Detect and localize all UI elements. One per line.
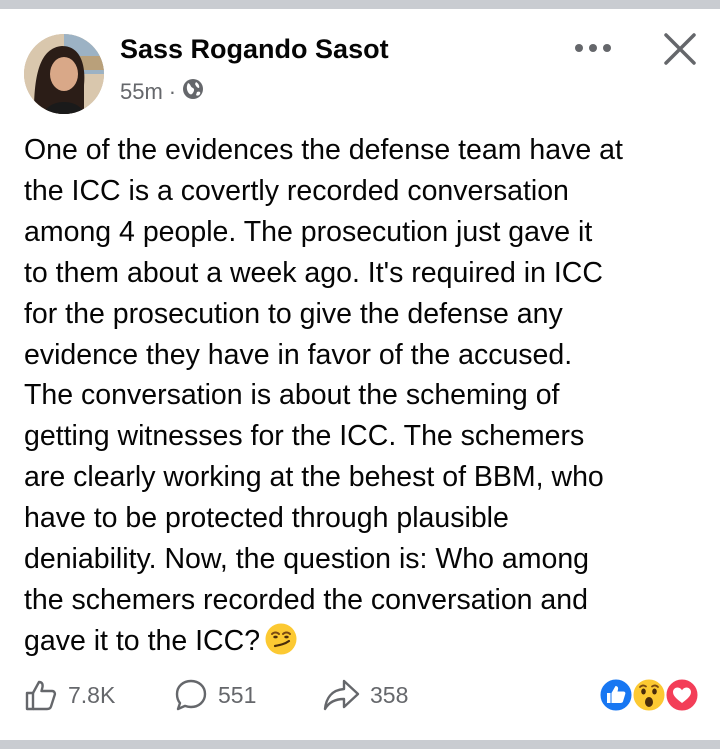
like-reaction-icon	[598, 677, 634, 713]
author-name[interactable]: Sass Rogando Sasot	[120, 34, 389, 65]
post-line: One of the evidences the defense team ha…	[24, 134, 623, 166]
post-line-last: gave it to the ICC?	[24, 621, 700, 668]
reaction-summary[interactable]	[598, 677, 700, 713]
top-divider	[0, 0, 720, 9]
post-line: are clearly working at the behest of BBM…	[24, 461, 604, 494]
post-line: the schemers recorded the conversation a…	[24, 583, 588, 616]
post-line: deniability. Now, the question is: Who a…	[24, 543, 590, 576]
post-line: evidence they have in favor of the accus…	[24, 338, 573, 371]
more-options-button[interactable]	[568, 30, 618, 66]
bottom-divider	[0, 740, 720, 749]
more-horizontal-icon	[575, 44, 611, 52]
avatar[interactable]	[24, 34, 104, 114]
post-time[interactable]: 55m	[120, 79, 163, 105]
post-line: among 4 people. The prosecution just gav…	[24, 215, 593, 248]
post-body: One of the evidences the defense team ha…	[24, 130, 700, 668]
like-button[interactable]: 7.8K	[24, 678, 174, 712]
love-reaction-icon	[664, 677, 700, 713]
post-line: for the prosecution to give the defense …	[24, 297, 563, 330]
share-count: 358	[370, 681, 409, 708]
post-line: to them about a week ago. It's required …	[24, 256, 603, 289]
meta-separator: ·	[168, 79, 177, 104]
close-button[interactable]	[655, 24, 705, 74]
comment-count: 551	[218, 681, 257, 708]
post-line: have to be protected through plausible	[24, 502, 509, 535]
post-line: the ICC is a covertly recorded conversat…	[24, 174, 569, 207]
thumbs-up-icon	[25, 680, 57, 711]
share-button[interactable]: 358	[322, 678, 462, 712]
wow-reaction-icon	[631, 677, 667, 713]
comment-icon	[175, 679, 207, 711]
avatar-image	[24, 34, 104, 114]
smirking-face-icon	[264, 622, 298, 668]
close-icon	[664, 33, 696, 65]
post-meta: 55m ·	[120, 78, 204, 106]
post-line: The conversation is about the scheming o…	[24, 379, 560, 412]
post-line: getting witnesses for the ICC. The schem…	[24, 420, 585, 453]
globe-icon	[182, 78, 204, 106]
share-icon	[323, 679, 360, 711]
like-count: 7.8K	[68, 681, 116, 708]
post-line-text: gave it to the ICC?	[24, 624, 261, 657]
comment-button[interactable]: 551	[174, 678, 322, 712]
post-actions-bar: 7.8K 551 358	[24, 672, 462, 718]
